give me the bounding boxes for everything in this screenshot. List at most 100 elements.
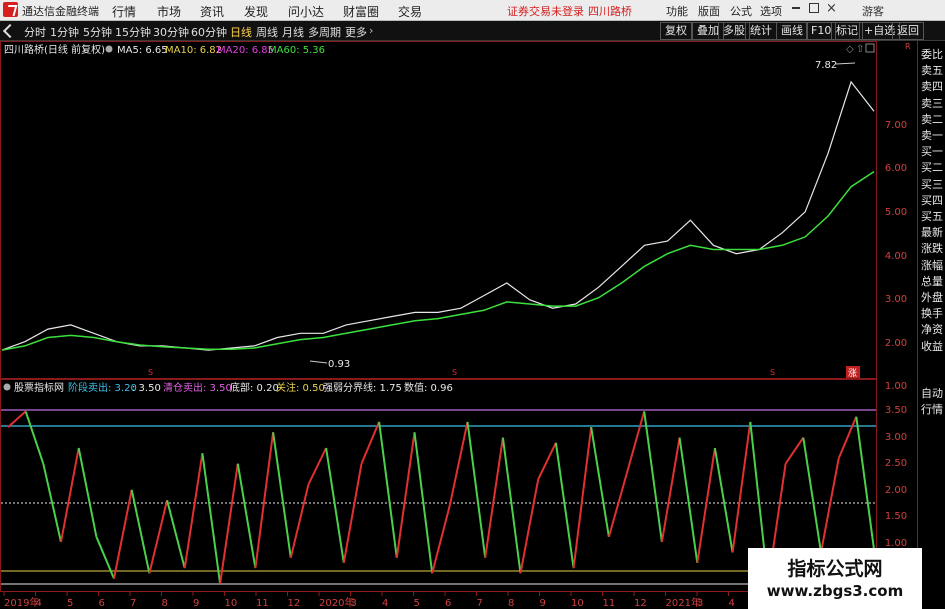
diamond-icon[interactable]: ◇	[846, 44, 854, 55]
indicator-segment	[77, 447, 98, 537]
close-icon[interactable]: ×	[826, 1, 837, 16]
info-gear-icon[interactable]	[105, 45, 113, 53]
window-icon[interactable]	[865, 43, 875, 53]
main-panel-border	[0, 41, 877, 379]
back-icon[interactable]	[2, 23, 18, 39]
draw-line-button[interactable]: 画线	[776, 22, 808, 40]
period-tab-60min[interactable]: 60分钟	[191, 24, 227, 40]
indicator-segment	[713, 447, 734, 553]
guest-label[interactable]: 游客	[862, 3, 884, 19]
indicator-segment	[7, 410, 27, 428]
quote-field-label: 卖二	[921, 112, 943, 126]
period-tab-daily[interactable]: 日线	[230, 24, 252, 40]
date-axis: 2019年4 5 6 7 8 9 10 11 12 2020年3 4 5 6 7 8 9 10 11 12 2021年…	[3, 592, 861, 609]
indicator-segment	[395, 432, 416, 558]
period-tab-1min[interactable]: 1分钟	[50, 24, 79, 40]
sell-marker: S	[452, 368, 457, 377]
auto-quote-toggle[interactable]: 自动	[921, 386, 943, 401]
quote-field-label: 净资	[921, 323, 943, 337]
indicator-tick: 2.50	[885, 458, 907, 469]
indicator-stage-sell-b: : 3.50	[132, 383, 161, 394]
sell-marker: S	[770, 368, 775, 377]
indicator-segment	[183, 453, 204, 569]
indicator-tick: 3.00	[885, 432, 907, 443]
auto-quote-toggle[interactable]: 行情	[921, 402, 943, 417]
indicator-segment	[731, 421, 752, 553]
quote-field-label: 涨幅	[921, 258, 943, 272]
menu-ask[interactable]: 问小达	[288, 3, 324, 20]
period-tab-intraday[interactable]: 分时	[24, 24, 46, 40]
adjust-button[interactable]: 复权	[660, 22, 692, 40]
quote-field-label: 收益	[921, 339, 943, 353]
indicator-stage-sell: 阶段卖出: 3.20	[68, 381, 137, 394]
date-tick: 3	[351, 598, 357, 609]
ma60-label: MA60: 5.36	[268, 45, 325, 56]
menu-wealth[interactable]: 财富圈	[343, 3, 379, 20]
trade-login-notice[interactable]: 证券交易未登录	[507, 3, 584, 19]
indicator-segment	[448, 421, 469, 506]
period-tab-weekly[interactable]: 周线	[256, 24, 278, 40]
menu-functions[interactable]: 功能	[666, 3, 688, 19]
indicator-segment	[660, 437, 681, 543]
quote-field-label: 总量	[921, 274, 943, 288]
period-tab-multi[interactable]: 多周期	[308, 24, 341, 40]
indicator-segment	[201, 453, 222, 584]
period-tab-30min[interactable]: 30分钟	[153, 24, 189, 40]
date-tick: 10	[225, 598, 238, 609]
menu-formula[interactable]: 公式	[730, 3, 752, 19]
price-axis: 7.00 6.00 5.00 4.00 3.00 2.00 1.00	[885, 120, 907, 392]
quote-field-label: 外盘	[921, 291, 943, 304]
rise-marker: 涨	[848, 368, 857, 379]
price-tick: 4.00	[885, 251, 907, 262]
indicator-segment	[554, 442, 575, 569]
menu-quotes[interactable]: 市场	[157, 3, 181, 20]
period-tab-15min[interactable]: 15分钟	[115, 24, 151, 40]
period-tab-monthly[interactable]: 月线	[282, 24, 304, 40]
indicator-gear-icon[interactable]	[3, 383, 11, 391]
minimize-icon[interactable]	[792, 7, 800, 9]
indicator-segment	[501, 437, 522, 574]
indicator-segment	[625, 411, 646, 475]
price-lines	[1, 80, 875, 351]
date-tick: 12	[288, 598, 301, 609]
date-tick: 7	[130, 598, 136, 609]
title-bar: 通达信金融终端 行情 市场 资讯 发现 问小达 财富圈 交易 证券交易未登录 四…	[0, 0, 945, 21]
watermark-url: www.zbgs3.com	[766, 582, 904, 600]
date-tick: 4	[382, 598, 388, 609]
period-tab-5min[interactable]: 5分钟	[83, 24, 112, 40]
indicator-segment	[678, 437, 699, 564]
period-tab-more[interactable]: 更多	[345, 24, 367, 40]
date-tick: 4	[729, 598, 735, 609]
right-axis-label: R	[905, 42, 911, 51]
menu-discover[interactable]: 发现	[244, 3, 268, 20]
chart-area[interactable]: 四川路桥(日线 前复权) MA5: 6.65 MA10: 6.82 MA20: …	[0, 41, 917, 609]
maximize-icon[interactable]	[809, 3, 819, 13]
indicator-segment	[272, 432, 292, 558]
series-line-ma5	[1, 80, 875, 351]
indicator-name: 股票指标网	[14, 381, 64, 394]
indicator-segment	[590, 426, 610, 537]
up-icon[interactable]: ⇧	[856, 44, 864, 55]
menu-news[interactable]: 资讯	[200, 3, 224, 20]
ma20-label: MA20: 6.85	[217, 45, 274, 56]
menu-options[interactable]: 选项	[760, 3, 782, 19]
date-tick: 5	[414, 598, 420, 609]
price-tick: 3.00	[885, 294, 907, 305]
return-button[interactable]: 返回	[892, 22, 924, 40]
quote-field-label: 卖三	[921, 96, 943, 110]
series-line-ma60	[1, 170, 875, 351]
quote-field-label: 买一	[921, 145, 943, 159]
quote-field-label: 买五	[921, 210, 943, 223]
statistics-button[interactable]: 统计	[745, 22, 777, 40]
stock-tab[interactable]: 四川路桥	[588, 3, 632, 19]
menu-layout[interactable]: 版面	[698, 3, 720, 19]
indicator-segment	[307, 447, 328, 486]
quote-field-label: 买二	[921, 161, 943, 175]
menu-market[interactable]: 行情	[112, 3, 136, 20]
date-tick: 10	[571, 598, 584, 609]
main-stock-title: 四川路桥(日线 前复权)	[4, 43, 105, 56]
menu-trade[interactable]: 交易	[398, 3, 422, 20]
high-price-pointer	[835, 62, 856, 65]
more-chevron-icon[interactable]: ›	[369, 24, 373, 37]
quote-field-label: 买三	[921, 177, 943, 191]
